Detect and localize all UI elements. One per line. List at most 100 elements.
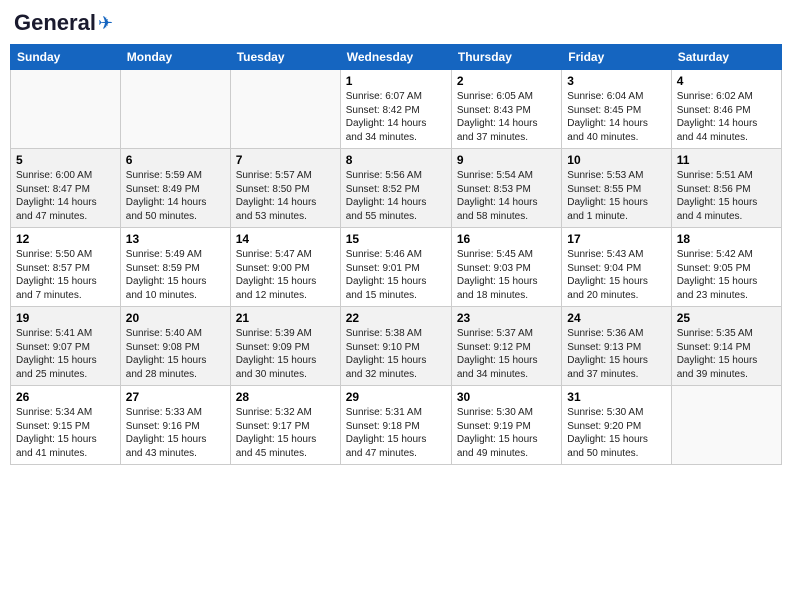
day-number: 27 xyxy=(126,390,225,404)
calendar-cell: 19 Sunrise: 5:41 AMSunset: 9:07 PMDayligh… xyxy=(11,307,121,386)
day-number: 19 xyxy=(16,311,115,325)
day-info: Sunrise: 5:53 AMSunset: 8:55 PMDaylight:… xyxy=(567,169,665,223)
calendar-table: SundayMondayTuesdayWednesdayThursdayFrid… xyxy=(10,44,782,465)
calendar-cell: 10 Sunrise: 5:53 AMSunset: 8:55 PMDayligh… xyxy=(562,149,671,228)
day-info: Sunrise: 5:38 AMSunset: 9:10 PMDaylight:… xyxy=(346,327,446,381)
day-number: 30 xyxy=(457,390,556,404)
day-number: 12 xyxy=(16,232,115,246)
day-info: Sunrise: 5:30 AMSunset: 9:20 PMDaylight:… xyxy=(567,406,665,460)
day-number: 9 xyxy=(457,153,556,167)
weekday-header-sunday: Sunday xyxy=(11,45,121,70)
day-info: Sunrise: 5:45 AMSunset: 9:03 PMDaylight:… xyxy=(457,248,556,302)
calendar-cell xyxy=(230,70,340,149)
calendar-cell: 22 Sunrise: 5:38 AMSunset: 9:10 PMDayligh… xyxy=(340,307,451,386)
calendar-cell: 11 Sunrise: 5:51 AMSunset: 8:56 PMDayligh… xyxy=(671,149,781,228)
day-number: 4 xyxy=(677,74,776,88)
weekday-header-wednesday: Wednesday xyxy=(340,45,451,70)
day-number: 13 xyxy=(126,232,225,246)
day-number: 18 xyxy=(677,232,776,246)
weekday-header-row: SundayMondayTuesdayWednesdayThursdayFrid… xyxy=(11,45,782,70)
calendar-cell: 7 Sunrise: 5:57 AMSunset: 8:50 PMDaylight… xyxy=(230,149,340,228)
calendar-cell: 3Sunrise: 6:04 AMSunset: 8:45 PMDaylight… xyxy=(562,70,671,149)
day-info: Sunrise: 5:47 AMSunset: 9:00 PMDaylight:… xyxy=(236,248,335,302)
calendar-week-3: 12 Sunrise: 5:50 AMSunset: 8:57 PMDayligh… xyxy=(11,228,782,307)
day-info: Sunrise: 5:40 AMSunset: 9:08 PMDaylight:… xyxy=(126,327,225,381)
day-number: 25 xyxy=(677,311,776,325)
calendar-cell: 30 Sunrise: 5:30 AMSunset: 9:19 PMDayligh… xyxy=(451,386,561,465)
calendar-cell: 24 Sunrise: 5:36 AMSunset: 9:13 PMDayligh… xyxy=(562,307,671,386)
calendar-cell: 23 Sunrise: 5:37 AMSunset: 9:12 PMDayligh… xyxy=(451,307,561,386)
calendar-cell: 28 Sunrise: 5:32 AMSunset: 9:17 PMDayligh… xyxy=(230,386,340,465)
day-number: 14 xyxy=(236,232,335,246)
calendar-cell: 27Sunrise: 5:33 AMSunset: 9:16 PMDayligh… xyxy=(120,386,230,465)
calendar-week-2: 5Sunrise: 6:00 AMSunset: 8:47 PMDaylight… xyxy=(11,149,782,228)
day-info: Sunrise: 5:56 AMSunset: 8:52 PMDaylight:… xyxy=(346,169,446,223)
day-number: 17 xyxy=(567,232,665,246)
day-info: Sunrise: 5:59 AMSunset: 8:49 PMDaylight:… xyxy=(126,169,225,223)
day-info: Sunrise: 5:41 AMSunset: 9:07 PMDaylight:… xyxy=(16,327,115,381)
day-number: 31 xyxy=(567,390,665,404)
day-number: 15 xyxy=(346,232,446,246)
logo-general: General xyxy=(14,10,96,36)
weekday-header-friday: Friday xyxy=(562,45,671,70)
calendar-cell: 31 Sunrise: 5:30 AMSunset: 9:20 PMDayligh… xyxy=(562,386,671,465)
day-info: Sunrise: 5:32 AMSunset: 9:17 PMDaylight:… xyxy=(236,406,335,460)
logo: General ✈ xyxy=(14,10,113,36)
day-number: 20 xyxy=(126,311,225,325)
day-info: Sunrise: 5:30 AMSunset: 9:19 PMDaylight:… xyxy=(457,406,556,460)
day-info: Sunrise: 5:36 AMSunset: 9:13 PMDaylight:… xyxy=(567,327,665,381)
day-number: 22 xyxy=(346,311,446,325)
calendar-cell: 9 Sunrise: 5:54 AMSunset: 8:53 PMDaylight… xyxy=(451,149,561,228)
day-number: 16 xyxy=(457,232,556,246)
day-number: 2 xyxy=(457,74,556,88)
weekday-header-saturday: Saturday xyxy=(671,45,781,70)
day-info: Sunrise: 6:02 AMSunset: 8:46 PMDaylight:… xyxy=(677,90,776,144)
calendar-cell: 13Sunrise: 5:49 AMSunset: 8:59 PMDayligh… xyxy=(120,228,230,307)
day-number: 29 xyxy=(346,390,446,404)
day-number: 8 xyxy=(346,153,446,167)
calendar-week-1: 1Sunrise: 6:07 AMSunset: 8:42 PMDaylight… xyxy=(11,70,782,149)
calendar-cell: 1Sunrise: 6:07 AMSunset: 8:42 PMDaylight… xyxy=(340,70,451,149)
day-number: 23 xyxy=(457,311,556,325)
day-info: Sunrise: 5:37 AMSunset: 9:12 PMDaylight:… xyxy=(457,327,556,381)
calendar-cell: 2 Sunrise: 6:05 AMSunset: 8:43 PMDaylight… xyxy=(451,70,561,149)
day-info: Sunrise: 6:04 AMSunset: 8:45 PMDaylight:… xyxy=(567,90,665,144)
day-number: 5 xyxy=(16,153,115,167)
day-info: Sunrise: 5:42 AMSunset: 9:05 PMDaylight:… xyxy=(677,248,776,302)
day-info: Sunrise: 5:31 AMSunset: 9:18 PMDaylight:… xyxy=(346,406,446,460)
calendar-cell xyxy=(11,70,121,149)
day-number: 7 xyxy=(236,153,335,167)
day-info: Sunrise: 5:34 AMSunset: 9:15 PMDaylight:… xyxy=(16,406,115,460)
calendar-cell: 16 Sunrise: 5:45 AMSunset: 9:03 PMDayligh… xyxy=(451,228,561,307)
day-number: 11 xyxy=(677,153,776,167)
calendar-cell: 14 Sunrise: 5:47 AMSunset: 9:00 PMDayligh… xyxy=(230,228,340,307)
calendar-cell: 4 Sunrise: 6:02 AMSunset: 8:46 PMDaylight… xyxy=(671,70,781,149)
day-info: Sunrise: 5:39 AMSunset: 9:09 PMDaylight:… xyxy=(236,327,335,381)
day-info: Sunrise: 5:43 AMSunset: 9:04 PMDaylight:… xyxy=(567,248,665,302)
calendar-cell xyxy=(120,70,230,149)
day-number: 28 xyxy=(236,390,335,404)
day-info: Sunrise: 6:07 AMSunset: 8:42 PMDaylight:… xyxy=(346,90,446,144)
day-info: Sunrise: 5:51 AMSunset: 8:56 PMDaylight:… xyxy=(677,169,776,223)
calendar-cell: 25 Sunrise: 5:35 AMSunset: 9:14 PMDayligh… xyxy=(671,307,781,386)
calendar-cell: 29 Sunrise: 5:31 AMSunset: 9:18 PMDayligh… xyxy=(340,386,451,465)
weekday-header-monday: Monday xyxy=(120,45,230,70)
day-number: 6 xyxy=(126,153,225,167)
logo-bird-icon: ✈ xyxy=(98,13,113,34)
calendar-cell: 26Sunrise: 5:34 AMSunset: 9:15 PMDayligh… xyxy=(11,386,121,465)
calendar-cell: 5Sunrise: 6:00 AMSunset: 8:47 PMDaylight… xyxy=(11,149,121,228)
day-number: 24 xyxy=(567,311,665,325)
calendar-week-5: 26Sunrise: 5:34 AMSunset: 9:15 PMDayligh… xyxy=(11,386,782,465)
calendar-cell: 6 Sunrise: 5:59 AMSunset: 8:49 PMDaylight… xyxy=(120,149,230,228)
day-info: Sunrise: 5:57 AMSunset: 8:50 PMDaylight:… xyxy=(236,169,335,223)
calendar-cell: 15Sunrise: 5:46 AMSunset: 9:01 PMDayligh… xyxy=(340,228,451,307)
calendar-week-4: 19 Sunrise: 5:41 AMSunset: 9:07 PMDayligh… xyxy=(11,307,782,386)
day-info: Sunrise: 6:05 AMSunset: 8:43 PMDaylight:… xyxy=(457,90,556,144)
day-info: Sunrise: 5:54 AMSunset: 8:53 PMDaylight:… xyxy=(457,169,556,223)
day-number: 21 xyxy=(236,311,335,325)
calendar-cell xyxy=(671,386,781,465)
day-info: Sunrise: 5:35 AMSunset: 9:14 PMDaylight:… xyxy=(677,327,776,381)
day-info: Sunrise: 5:50 AMSunset: 8:57 PMDaylight:… xyxy=(16,248,115,302)
day-number: 10 xyxy=(567,153,665,167)
weekday-header-tuesday: Tuesday xyxy=(230,45,340,70)
